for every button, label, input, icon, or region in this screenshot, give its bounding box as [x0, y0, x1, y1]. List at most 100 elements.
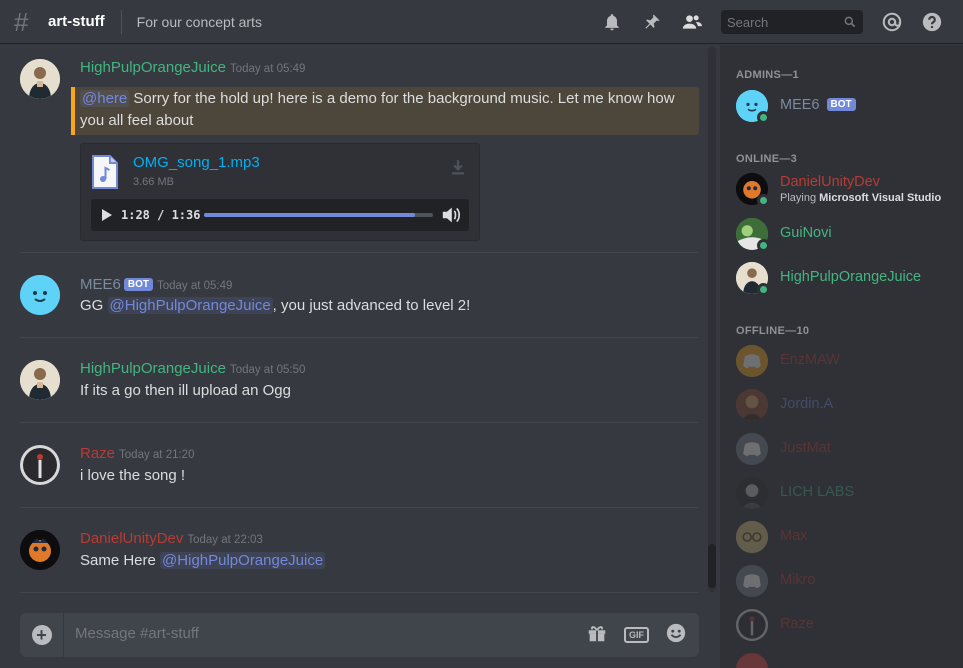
- member-name: Jordin.A: [780, 396, 834, 412]
- member-item[interactable]: [736, 649, 961, 668]
- discord-default-avatar-icon: [736, 653, 768, 668]
- volume-icon[interactable]: [441, 206, 461, 224]
- search-input[interactable]: Search: [721, 10, 863, 34]
- member-name: MEE6 BOT: [780, 97, 856, 113]
- member-item[interactable]: Mikro: [736, 561, 961, 601]
- message-divider: [20, 507, 698, 508]
- avatar[interactable]: [20, 530, 60, 570]
- audio-time: 1:28 / 1:36: [121, 208, 201, 222]
- message-input[interactable]: Message #art-stuff: [75, 625, 199, 642]
- member-item[interactable]: GuiNovi: [736, 214, 961, 254]
- message-composer: + Message #art-stuff GIF: [20, 613, 699, 657]
- member-item[interactable]: Max: [736, 517, 961, 557]
- help-icon[interactable]: [921, 11, 943, 33]
- message-divider: [20, 252, 698, 253]
- message-body: GG: [80, 297, 108, 314]
- message-text: If its a go then ill upload an Ogg: [80, 382, 291, 399]
- avatar[interactable]: [20, 445, 60, 485]
- channel-hash-icon: #: [14, 6, 29, 37]
- member-item[interactable]: JustMat: [736, 429, 961, 469]
- channel-topic: For our concept arts: [136, 13, 262, 30]
- header-toolbar: Search: [601, 0, 963, 44]
- member-list: ADMINS—1 MEE6 BOT ONLINE—3 DanielUnityDe…: [720, 45, 963, 668]
- member-name: Raze: [780, 616, 814, 632]
- member-name-text: MEE6: [780, 97, 820, 113]
- channel-name: art-stuff: [48, 13, 105, 30]
- member-group-header: ONLINE—3: [736, 153, 798, 165]
- member-item[interactable]: HighPulpOrangeJuice: [736, 258, 961, 298]
- message-text: GG @HighPulpOrangeJuice, you just advanc…: [80, 295, 470, 317]
- avatar[interactable]: [20, 275, 60, 315]
- audio-attachment: OMG_song_1.mp3 3.66 MB 1:28 / 1:36: [80, 143, 480, 241]
- search-icon: [844, 16, 856, 28]
- member-item[interactable]: Raze: [736, 605, 961, 645]
- search-placeholder: Search: [727, 14, 769, 30]
- notification-bell-icon[interactable]: [601, 11, 623, 33]
- avatar: [736, 477, 768, 509]
- member-item[interactable]: EnzMAW: [736, 341, 961, 381]
- member-name: Mikro: [780, 572, 816, 588]
- member-item[interactable]: DanielUnityDev Playing Microsoft Visual …: [736, 169, 961, 209]
- online-status-icon: [757, 194, 770, 207]
- member-group-header: OFFLINE—10: [736, 325, 810, 337]
- mention-highlight: @here Sorry for the hold up! here is a d…: [71, 87, 699, 135]
- message-divider: [20, 337, 698, 338]
- upload-button[interactable]: +: [20, 613, 64, 657]
- discord-default-avatar-icon: [736, 345, 768, 377]
- scrollbar-thumb[interactable]: [708, 544, 716, 588]
- mention[interactable]: @HighPulpOrangeJuice: [160, 552, 326, 569]
- audio-player: 1:28 / 1:36: [91, 199, 469, 231]
- message-timestamp: Today at 05:49: [229, 63, 306, 75]
- gift-icon[interactable]: [586, 622, 608, 649]
- download-icon[interactable]: [449, 158, 467, 176]
- channel-header: # art-stuff For our concept arts Search: [0, 0, 963, 44]
- message-timestamp: Today at 05:50: [229, 364, 306, 376]
- discord-default-avatar-icon: [736, 433, 768, 465]
- avatar[interactable]: [20, 59, 60, 99]
- message-body: Same Here: [80, 552, 161, 569]
- member-name: JustMat: [780, 440, 831, 456]
- message-list[interactable]: HighPulpOrangeJuice Today at 05:49 @here …: [0, 45, 718, 605]
- message-timestamp: Today at 05:49: [156, 280, 233, 292]
- message-divider: [20, 422, 698, 423]
- message-author[interactable]: MEE6: [80, 276, 121, 293]
- message-timestamp: Today at 21:20: [119, 449, 195, 461]
- member-name: EnzMAW: [780, 352, 840, 368]
- audio-progress-fill: [204, 213, 415, 217]
- message-timestamp: Today at 22:03: [187, 534, 263, 546]
- online-status-icon: [757, 239, 770, 252]
- scrollbar-track[interactable]: [708, 47, 716, 592]
- play-icon[interactable]: [101, 208, 113, 222]
- pin-icon[interactable]: [641, 11, 663, 33]
- member-item[interactable]: Jordin.A: [736, 385, 961, 425]
- member-item[interactable]: LICH LABS: [736, 473, 961, 513]
- attachment-filesize: 3.66 MB: [133, 176, 174, 188]
- message-text: Same Here @HighPulpOrangeJuice: [80, 550, 326, 572]
- mention[interactable]: @HighPulpOrangeJuice: [107, 297, 273, 314]
- member-list-icon[interactable]: [681, 11, 703, 33]
- message-author[interactable]: HighPulpOrangeJuice: [80, 360, 226, 377]
- member-item[interactable]: MEE6 BOT: [736, 86, 961, 126]
- gif-button[interactable]: GIF: [624, 627, 649, 643]
- avatar: [736, 521, 768, 553]
- attachment-filename[interactable]: OMG_song_1.mp3: [133, 154, 260, 171]
- member-name: LICH LABS: [780, 484, 855, 500]
- audio-progress-bar[interactable]: [204, 213, 433, 217]
- activity-prefix: Playing: [780, 192, 820, 204]
- avatar: [736, 389, 768, 421]
- online-status-icon: [757, 283, 770, 296]
- member-activity: Playing Microsoft Visual Studio: [780, 192, 941, 204]
- message-author[interactable]: DanielUnityDev: [80, 530, 183, 547]
- plus-icon: +: [31, 625, 52, 645]
- message-author[interactable]: Raze: [80, 445, 115, 462]
- avatar: [736, 609, 768, 641]
- mentions-at-icon[interactable]: [881, 11, 903, 33]
- message-body: Sorry for the hold up! here is a demo fo…: [80, 90, 675, 129]
- message-text: i love the song !: [80, 467, 186, 484]
- member-group-header: ADMINS—1: [736, 69, 799, 81]
- mention[interactable]: @here: [80, 90, 130, 107]
- avatar[interactable]: [20, 360, 60, 400]
- member-name: GuiNovi: [780, 225, 832, 241]
- emoji-icon[interactable]: [665, 622, 687, 649]
- message-author[interactable]: HighPulpOrangeJuice: [80, 59, 226, 76]
